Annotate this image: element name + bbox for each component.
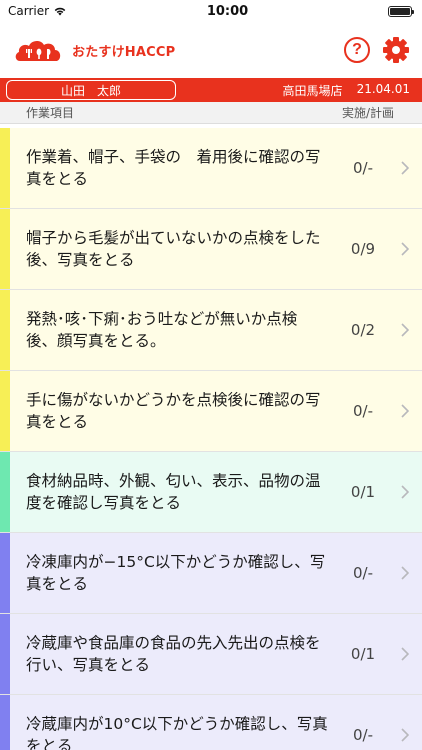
store-name: 高田馬場店 (282, 83, 343, 98)
chevron-right-icon (388, 209, 422, 289)
chevron-right-icon (388, 371, 422, 451)
store-info: 高田馬場店 21.04.01 (283, 82, 410, 99)
task-text: 冷蔵庫や食品庫の食品の先入先出の点検を行い、写真をとる (26, 634, 321, 674)
task-text: 作業着、帽子、手袋の 着用後に確認の写真をとる (26, 148, 321, 188)
chevron-right-icon (388, 290, 422, 370)
task-row[interactable]: 帽子から毛髪が出ていないかの点検をした後、写真をとる 0/9 (0, 209, 422, 290)
task-row[interactable]: 冷蔵庫内が10°C以下かどうか確認し、写真をとる 0/- (0, 695, 422, 750)
task-text: 冷蔵庫内が10°C以下かどうか確認し、写真をとる (26, 715, 328, 750)
chevron-right-icon (388, 452, 422, 532)
task-text: 発熱･咳･下痢･おう吐などが無いか点検後、顔写真をとる。 (26, 310, 298, 350)
status-left: Carrier (8, 4, 67, 18)
user-bar: 山田 太郎 高田馬場店 21.04.01 (0, 78, 422, 102)
row-accent-bar (0, 209, 10, 289)
carrier-label: Carrier (8, 4, 50, 18)
header-actions: ? (344, 36, 410, 64)
chevron-right-icon (388, 695, 422, 750)
gear-icon[interactable] (382, 36, 410, 64)
clock: 10:00 (206, 3, 249, 19)
task-row[interactable]: 冷蔵庫や食品庫の食品の先入先出の点検を行い、写真をとる 0/1 (0, 614, 422, 695)
task-count: 0/- (352, 402, 373, 420)
column-header: 作業項目 実施/計画 (0, 102, 422, 124)
task-row[interactable]: 発熱･咳･下痢･おう吐などが無いか点検後、顔写真をとる。 0/2 (0, 290, 422, 371)
app-header: おたすけHACCP ? (0, 22, 422, 78)
row-accent-bar (0, 533, 10, 613)
task-text: 帽子から毛髪が出ていないかの点検をした後、写真をとる (26, 229, 321, 269)
column-progress: 実施/計画 (341, 106, 394, 120)
chevron-right-icon (388, 533, 422, 613)
row-accent-bar (0, 695, 10, 750)
row-accent-bar (0, 128, 10, 208)
row-accent-bar (0, 371, 10, 451)
column-task: 作業項目 (26, 106, 75, 120)
wifi-icon (54, 7, 66, 16)
task-count: 0/1 (350, 483, 376, 501)
user-name: 山田 太郎 (61, 83, 122, 98)
task-text: 冷凍庫内が−15°C以下かどうか確認し、写真をとる (26, 553, 326, 593)
task-count: 0/- (352, 726, 373, 744)
logo-cloud-icon (15, 40, 61, 61)
row-accent-bar (0, 290, 10, 370)
task-text: 手に傷がないかどうかを点検後に確認の写真をとる (26, 391, 321, 431)
row-accent-bar (0, 614, 10, 694)
task-list: 作業着、帽子、手袋の 着用後に確認の写真をとる 0/- 帽子から毛髪が出ていない… (0, 128, 422, 750)
task-count: 0/9 (350, 240, 376, 258)
help-icon[interactable]: ? (344, 37, 370, 63)
task-row[interactable]: 冷凍庫内が−15°C以下かどうか確認し、写真をとる 0/- (0, 533, 422, 614)
status-bar: Carrier 10:00 (0, 0, 422, 22)
chevron-right-icon (388, 614, 422, 694)
chevron-right-icon (388, 128, 422, 208)
app-name: おたすけHACCP (72, 44, 176, 60)
task-count: 0/- (352, 564, 373, 582)
task-row[interactable]: 手に傷がないかどうかを点検後に確認の写真をとる 0/- (0, 371, 422, 452)
task-text: 食材納品時、外観、匂い、表示、品物の温度を確認し写真をとる (26, 472, 321, 512)
row-accent-bar (0, 452, 10, 532)
user-name-field[interactable]: 山田 太郎 (6, 80, 176, 100)
battery-icon (388, 5, 414, 17)
app-logo[interactable]: おたすけHACCP (14, 37, 175, 63)
task-count: 0/1 (350, 645, 376, 663)
current-date: 21.04.01 (356, 81, 410, 96)
task-count: 0/- (352, 159, 373, 177)
task-count: 0/2 (350, 321, 376, 339)
task-row[interactable]: 作業着、帽子、手袋の 着用後に確認の写真をとる 0/- (0, 128, 422, 209)
task-row[interactable]: 食材納品時、外観、匂い、表示、品物の温度を確認し写真をとる 0/1 (0, 452, 422, 533)
